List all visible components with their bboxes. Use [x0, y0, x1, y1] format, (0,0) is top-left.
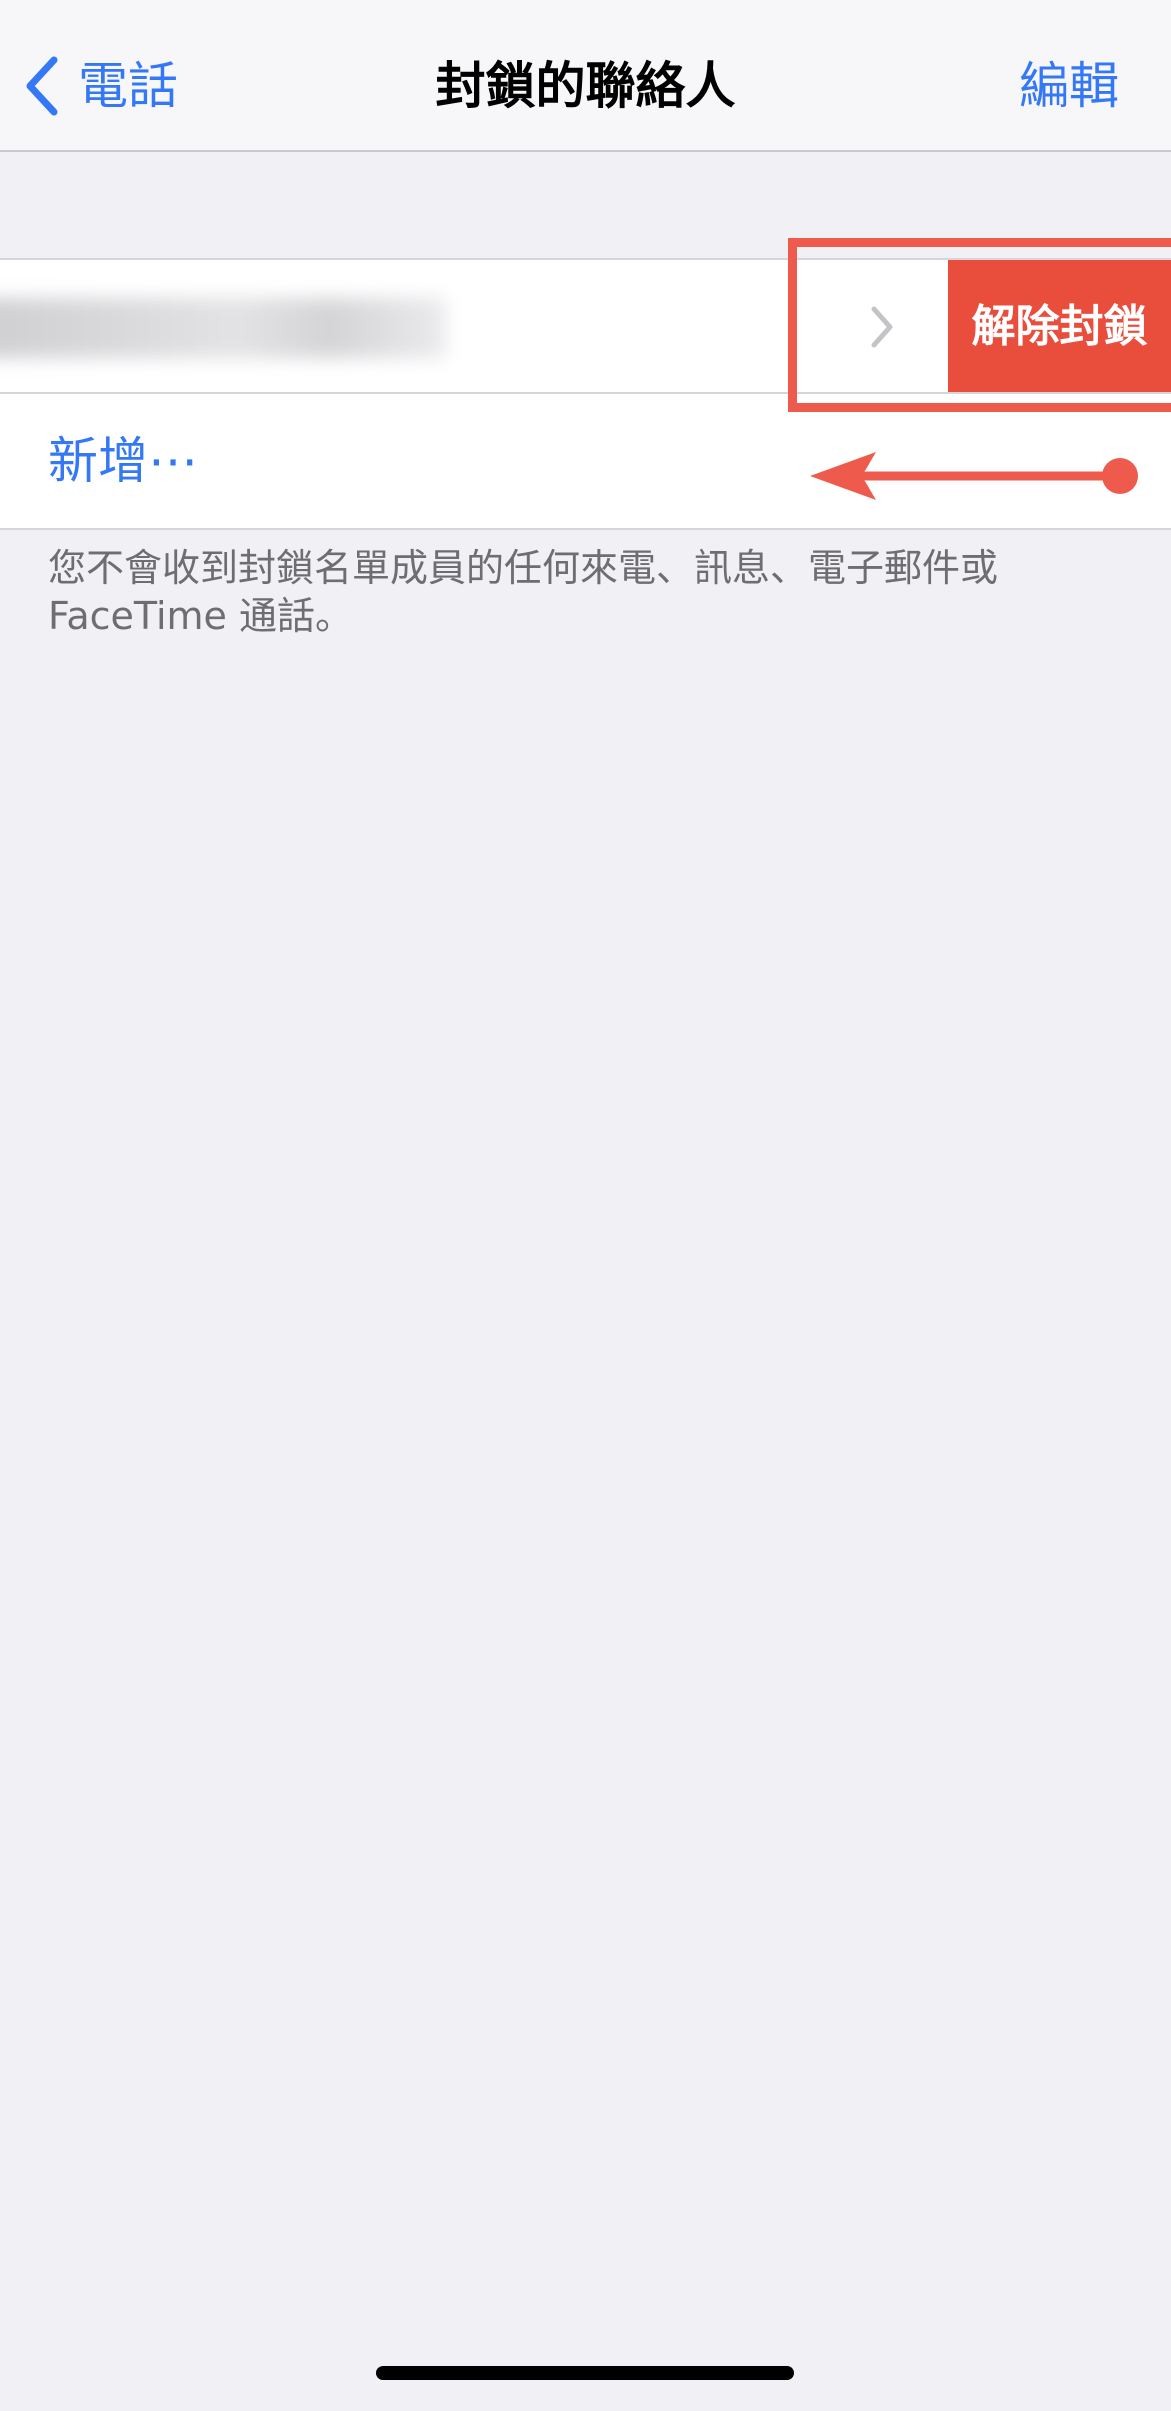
navigation-bar: 電話 封鎖的聯絡人 編輯 — [0, 0, 1171, 152]
add-new-row[interactable]: 新增⋯ — [0, 394, 1171, 528]
blocked-contact-row[interactable]: 解除封鎖 — [0, 260, 1171, 394]
add-new-label: 新增⋯ — [48, 432, 198, 490]
unblock-button[interactable]: 解除封鎖 — [948, 260, 1171, 394]
chevron-right-icon — [871, 306, 893, 348]
blurred-contact-number — [0, 298, 446, 358]
page-title: 封鎖的聯絡人 — [435, 57, 736, 115]
blocked-list-footer-note: 您不會收到封鎖名單成員的任何來電、訊息、電子郵件或 FaceTime 通話。 — [48, 546, 999, 638]
blocked-contacts-list: 解除封鎖 新增⋯ — [0, 258, 1171, 530]
edit-button[interactable]: 編輯 — [1019, 52, 1119, 120]
home-indicator — [376, 2366, 794, 2380]
